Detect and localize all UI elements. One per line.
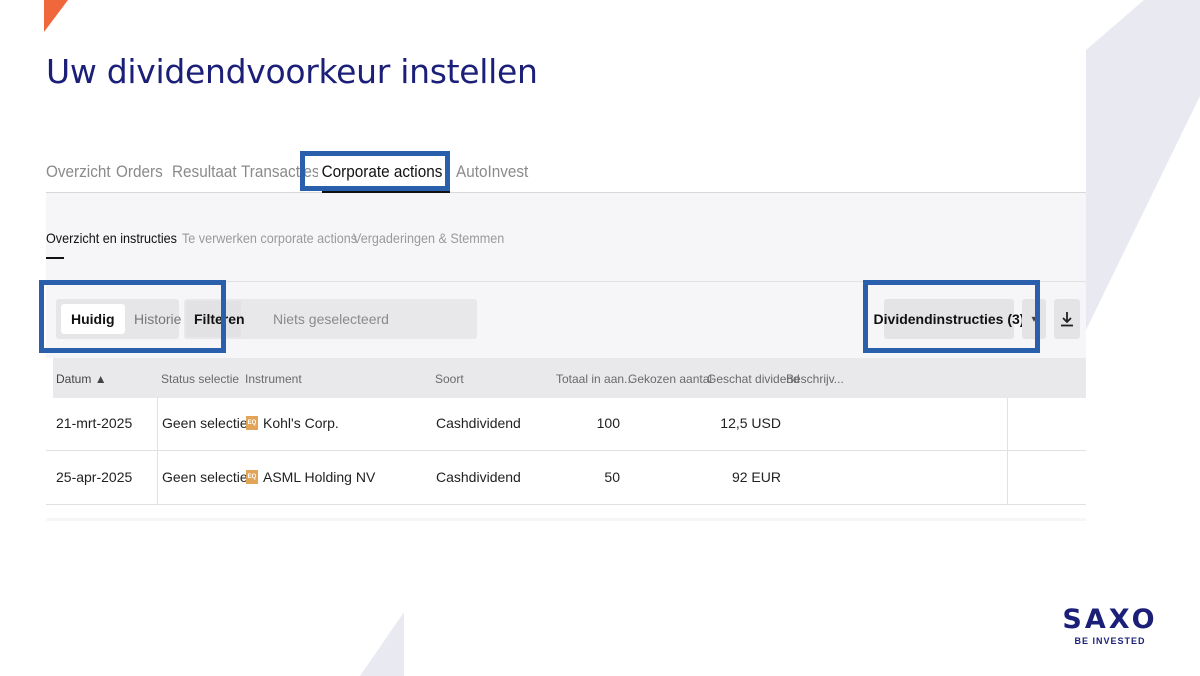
col-datum[interactable]: Datum ▲ (56, 372, 107, 386)
subtab-overzicht-en-instructies[interactable]: Overzicht en instructies (46, 230, 177, 246)
subtab-vergaderingen[interactable]: Vergaderingen & Stemmen (353, 230, 504, 246)
cell-total: 50 (604, 469, 620, 485)
cell-status: Geen selectie (162, 415, 248, 431)
slide-title: Uw dividendvoorkeur instellen (46, 52, 538, 91)
highlight-toggle-filter (39, 280, 226, 353)
cell-date: 25-apr-2025 (56, 469, 133, 485)
main-tabs: Overzicht Orders Resultaat Transacties A… (46, 155, 1086, 193)
col-instrument[interactable]: Instrument (245, 372, 302, 386)
filter-bar: Filteren Niets geselecteerd (184, 299, 477, 339)
col-status[interactable]: Status selectie (161, 372, 239, 386)
instrument-icon: EQ (246, 416, 258, 430)
bottom-decoration (360, 612, 404, 676)
instrument-icon: EQ (246, 470, 258, 484)
highlight-dividend-instructions (863, 280, 1040, 353)
saxo-logo: SAXO BE INVESTED (1062, 604, 1158, 646)
download-icon[interactable] (1054, 299, 1080, 339)
cell-date: 21-mrt-2025 (56, 415, 133, 431)
cell-instrument[interactable]: Kohl's Corp. (263, 415, 339, 431)
logo-wordmark: SAXO (1062, 604, 1158, 635)
cell-instrument[interactable]: ASML Holding NV (263, 469, 375, 485)
cell-dividend: 92 EUR (731, 469, 781, 485)
cell-type: Cashdividend (436, 469, 521, 485)
cell-type: Cashdividend (436, 415, 521, 431)
subtab-te-verwerken[interactable]: Te verwerken corporate actions (182, 230, 357, 246)
col-totaal[interactable]: Totaal in aan... (556, 372, 634, 386)
corner-accent (44, 0, 68, 32)
sort-up-icon: ▲ (94, 372, 107, 386)
col-soort[interactable]: Soort (435, 372, 464, 386)
highlight-corporate-actions (300, 151, 450, 191)
corporate-actions-table: Datum ▲ Status selectie Instrument Soort… (46, 358, 1086, 518)
column-separator (157, 398, 158, 504)
filter-value[interactable]: Niets geselecteerd (273, 311, 389, 327)
cell-dividend: 12,5 USD (720, 415, 781, 431)
cell-status: Geen selectie (162, 469, 248, 485)
active-subtab-indicator (46, 257, 64, 259)
tab-resultaat[interactable]: Resultaat (172, 162, 237, 182)
tab-orders[interactable]: Orders (116, 162, 163, 182)
cell-total: 100 (596, 415, 620, 431)
table-row[interactable]: 21-mrt-2025 Geen selectie EQ Kohl's Corp… (46, 398, 1086, 451)
table-header: Datum ▲ Status selectie Instrument Soort… (53, 358, 1086, 398)
col-beschrijving[interactable]: Beschrijv... (786, 372, 844, 386)
table-row[interactable]: 25-apr-2025 Geen selectie EQ ASML Holdin… (46, 452, 1086, 505)
logo-tagline: BE INVESTED (1074, 636, 1146, 646)
tab-overzicht[interactable]: Overzicht (46, 162, 111, 182)
column-separator (1007, 398, 1008, 504)
right-decoration (1086, 0, 1200, 330)
col-gekozen[interactable]: Gekozen aantal (628, 372, 712, 386)
tab-autoinvest[interactable]: AutoInvest (456, 162, 528, 182)
